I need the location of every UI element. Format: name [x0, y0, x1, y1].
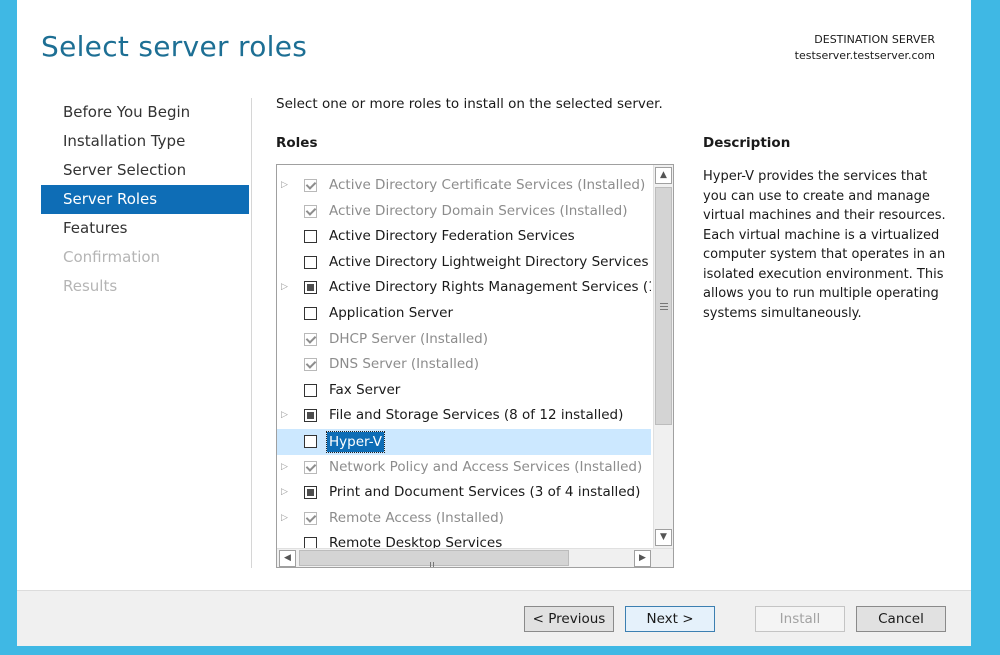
role-label: DNS Server (Installed): [329, 356, 479, 373]
scroll-up-icon[interactable]: ▲: [655, 167, 672, 184]
role-label: Fax Server: [329, 381, 401, 398]
expand-triangle-icon[interactable]: ▷: [281, 275, 291, 301]
expand-triangle-icon[interactable]: ▷: [281, 480, 291, 506]
description-text: Hyper-V provides the services that you c…: [703, 169, 946, 321]
description-heading: Description: [703, 135, 791, 151]
role-row-file-and-storage-services[interactable]: ▷ File and Storage Services (8 of 12 ins…: [277, 403, 651, 429]
nav-item-features[interactable]: Features: [41, 214, 249, 243]
role-checkbox: [304, 358, 317, 372]
role-row-ad-rights-management-services[interactable]: ▷ Active Directory Rights Management Ser…: [277, 275, 651, 301]
role-label: Active Directory Rights Management Servi…: [329, 279, 651, 296]
expand-triangle-icon[interactable]: ▷: [281, 173, 291, 199]
next-button[interactable]: Next >: [625, 606, 715, 632]
role-row-dns-server[interactable]: DNS Server (Installed): [277, 352, 651, 378]
nav-item-installation-type[interactable]: Installation Type: [41, 127, 249, 156]
role-checkbox[interactable]: [304, 486, 317, 500]
nav-item-server-roles[interactable]: Server Roles: [41, 185, 249, 214]
role-row-ad-federation-services[interactable]: Active Directory Federation Services: [277, 224, 651, 250]
role-row-fax-server[interactable]: Fax Server: [277, 378, 651, 404]
roles-rows: ▷ Active Directory Certificate Services …: [277, 173, 651, 557]
wizard-nav: Before You Begin Installation Type Serve…: [41, 98, 249, 301]
role-row-remote-access[interactable]: ▷ Remote Access (Installed): [277, 506, 651, 532]
cancel-button[interactable]: Cancel: [856, 606, 946, 632]
role-label: Hyper-V: [325, 430, 386, 453]
role-label: Active Directory Domain Services (Instal…: [329, 202, 628, 219]
role-checkbox[interactable]: [304, 383, 317, 397]
role-checkbox: [304, 511, 317, 525]
wizard-footer: < Previous Next > Install Cancel: [17, 590, 971, 646]
role-row-ad-domain-services[interactable]: Active Directory Domain Services (Instal…: [277, 199, 651, 225]
scroll-left-icon[interactable]: ◀: [279, 550, 296, 567]
role-label: Application Server: [329, 304, 453, 321]
nav-divider: [251, 98, 252, 568]
role-row-ad-lightweight-directory-services[interactable]: Active Directory Lightweight Directory S…: [277, 250, 651, 276]
role-label: Print and Document Services (3 of 4 inst…: [329, 484, 641, 501]
grip-icon: [660, 303, 668, 310]
role-checkbox[interactable]: [304, 281, 317, 295]
role-label: Active Directory Federation Services: [329, 228, 575, 245]
install-button: Install: [755, 606, 845, 632]
role-checkbox[interactable]: [304, 230, 317, 244]
role-checkbox: [304, 179, 317, 192]
expand-triangle-icon[interactable]: ▷: [281, 403, 291, 429]
page-title: Select server roles: [41, 30, 308, 63]
role-checkbox[interactable]: [304, 255, 317, 269]
role-checkbox[interactable]: [304, 306, 317, 320]
role-row-application-server[interactable]: Application Server: [277, 301, 651, 327]
role-label: File and Storage Services (8 of 12 insta…: [329, 407, 624, 424]
wizard-window: Select server roles DESTINATION SERVER t…: [17, 0, 971, 646]
destination-label: DESTINATION SERVER: [814, 33, 935, 46]
role-checkbox[interactable]: [304, 434, 317, 448]
horizontal-scroll-thumb[interactable]: [299, 550, 569, 567]
instruction-text: Select one or more roles to install on t…: [276, 96, 663, 112]
scroll-right-icon[interactable]: ▶: [634, 550, 651, 567]
expand-triangle-icon[interactable]: ▷: [281, 455, 291, 481]
roles-tree-list[interactable]: ▷ Active Directory Certificate Services …: [276, 164, 674, 568]
roles-heading: Roles: [276, 135, 318, 151]
role-label: Network Policy and Access Services (Inst…: [329, 458, 643, 475]
expand-triangle-icon[interactable]: ▷: [281, 506, 291, 532]
role-row-network-policy-and-access[interactable]: ▷ Network Policy and Access Services (In…: [277, 455, 651, 481]
role-row-print-and-document-services[interactable]: ▷ Print and Document Services (3 of 4 in…: [277, 480, 651, 506]
vertical-scroll-thumb[interactable]: [655, 187, 672, 425]
scroll-down-icon[interactable]: ▼: [655, 529, 672, 546]
role-checkbox: [304, 332, 317, 346]
role-label: Active Directory Certificate Services (I…: [329, 177, 646, 193]
role-row-hyper-v[interactable]: Hyper-V: [277, 428, 651, 455]
role-label: Active Directory Lightweight Directory S…: [329, 253, 649, 270]
role-checkbox[interactable]: [304, 409, 317, 423]
role-checkbox: [304, 204, 317, 218]
vertical-scrollbar[interactable]: ▲ ▼: [653, 165, 673, 548]
nav-item-confirmation: Confirmation: [63, 248, 161, 266]
role-row-ad-certificate-services[interactable]: ▷ Active Directory Certificate Services …: [277, 173, 651, 199]
role-label: DHCP Server (Installed): [329, 330, 489, 347]
nav-item-before-you-begin[interactable]: Before You Begin: [41, 98, 249, 127]
role-checkbox: [304, 460, 317, 474]
grip-icon: [430, 555, 438, 567]
destination-server-info: DESTINATION SERVER testserver.testserver…: [795, 32, 935, 64]
nav-item-results: Results: [63, 277, 118, 295]
horizontal-scrollbar[interactable]: ◀ ▶: [277, 548, 673, 567]
role-row-dhcp-server[interactable]: DHCP Server (Installed): [277, 327, 651, 353]
previous-button[interactable]: < Previous: [524, 606, 614, 632]
role-label: Remote Access (Installed): [329, 509, 504, 526]
destination-server-name: testserver.testserver.com: [794, 49, 935, 62]
nav-item-server-selection[interactable]: Server Selection: [41, 156, 249, 185]
